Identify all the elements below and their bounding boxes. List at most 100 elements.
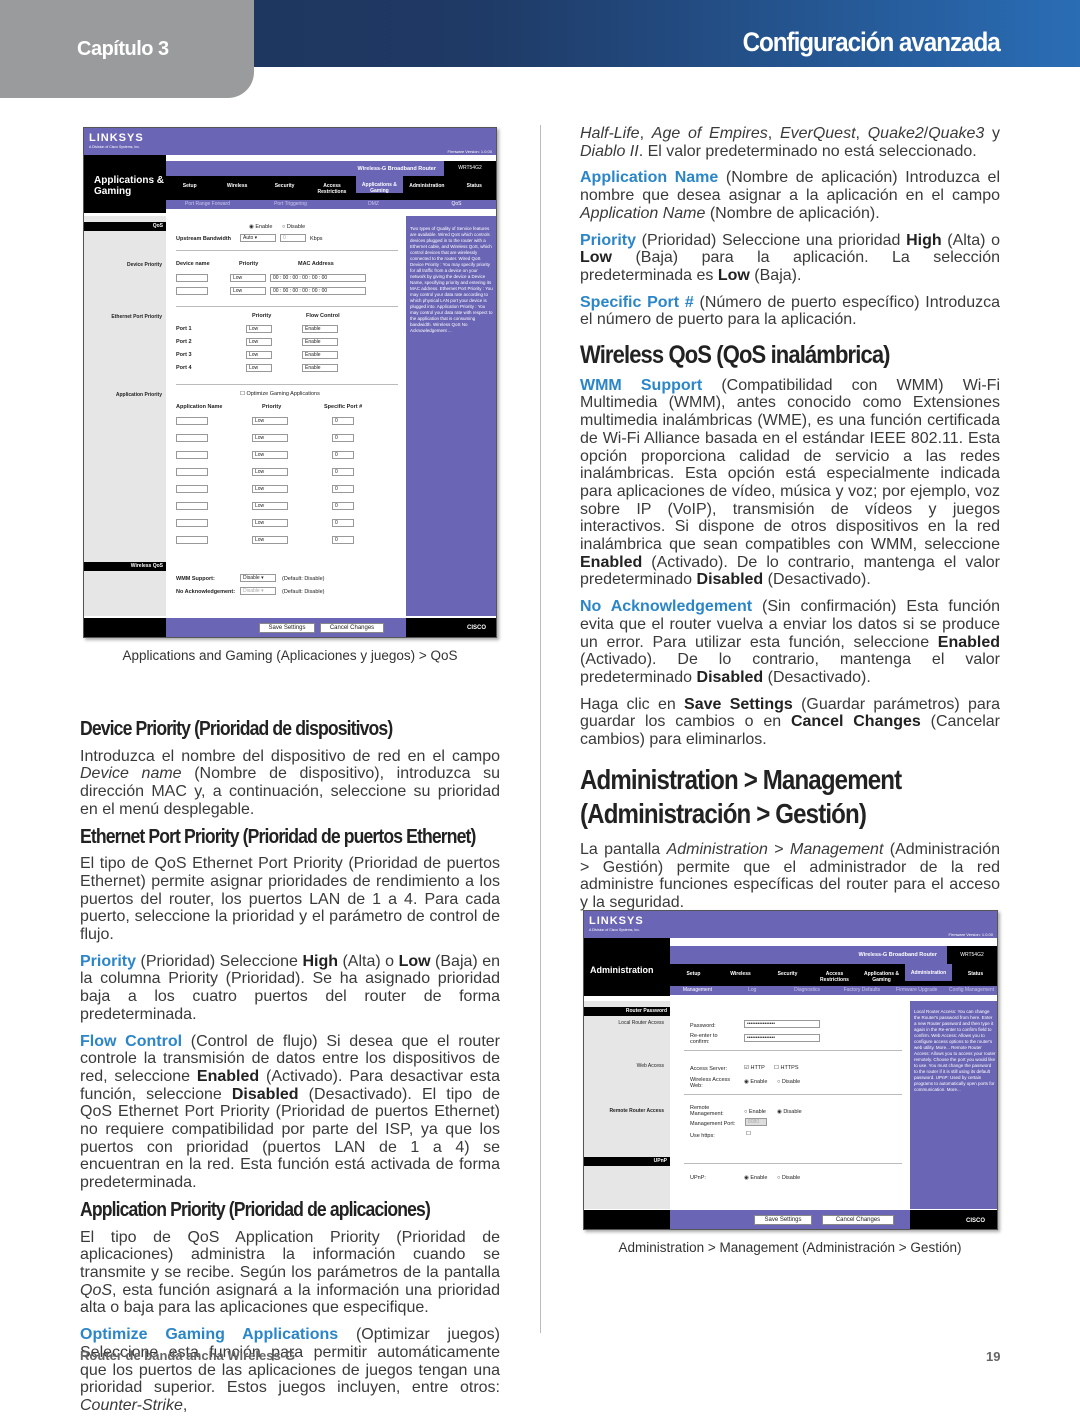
http-checkbox[interactable]: ☑ HTTP: [744, 1065, 765, 1071]
qos-disable-radio[interactable]: ○ Disable: [282, 224, 305, 230]
sub-tab[interactable]: Diagnostics: [780, 987, 835, 993]
application-name-input[interactable]: [176, 451, 208, 459]
device-name-input[interactable]: [176, 287, 208, 295]
col-specific-port: Specific Port #: [324, 404, 363, 410]
specific-port-input[interactable]: 0: [332, 451, 354, 459]
port-priority-select[interactable]: Low: [246, 338, 272, 346]
specific-port-input[interactable]: 0: [332, 519, 354, 527]
remote-disable-radio[interactable]: ◉ Disable: [777, 1109, 802, 1115]
application-priority-select[interactable]: Low: [252, 519, 288, 527]
wireless-web-enable-radio[interactable]: ◉ Enable: [744, 1079, 767, 1085]
https-checkbox[interactable]: ☐ HTTPS: [774, 1065, 799, 1071]
sub-tab[interactable]: Factory Defaults: [835, 987, 890, 993]
application-name-input[interactable]: [176, 434, 208, 442]
col-application-name: Application Name: [176, 404, 223, 410]
wireless-web-disable-radio[interactable]: ○ Disable: [777, 1079, 800, 1085]
sub-tab[interactable]: Port Range Forward: [166, 201, 249, 207]
wmm-select[interactable]: Disable ▾: [240, 574, 276, 582]
specific-port-input[interactable]: 0: [332, 434, 354, 442]
section-heading: Wireless QoS (QoS inalámbrica): [580, 343, 950, 368]
flow-control-select[interactable]: Enable: [302, 364, 338, 372]
application-priority-select[interactable]: Low: [252, 485, 288, 493]
nav-tab[interactable]: Applications & Gaming: [858, 971, 905, 983]
sub-tab[interactable]: Port Triggering: [249, 201, 332, 207]
sub-tab[interactable]: Log: [725, 987, 780, 993]
upstream-select[interactable]: Auto ▾: [240, 234, 276, 242]
priority-value: Low: [249, 352, 259, 358]
device-name-input[interactable]: [176, 274, 208, 282]
linksys-logo: LINKSYS: [89, 132, 144, 144]
optimize-gaming-checkbox[interactable]: ☐ Optimize Gaming Applications: [240, 391, 320, 397]
port-priority-select[interactable]: Low: [246, 351, 272, 359]
device-priority-select[interactable]: Low: [230, 274, 266, 282]
noack-select[interactable]: Disable ▾: [240, 587, 276, 595]
nav-tab[interactable]: Status: [451, 183, 496, 189]
use-https-checkbox[interactable]: ☐: [746, 1131, 751, 1137]
remote-management-label: Remote Management:: [690, 1105, 724, 1117]
specific-port-input[interactable]: 0: [332, 468, 354, 476]
password-input[interactable]: ••••••••••••••••: [744, 1020, 820, 1028]
mac-address-input[interactable]: 00 : 00 : 00 : 00 : 00 : 00: [270, 274, 366, 282]
cancel-changes-button[interactable]: Cancel Changes: [822, 1215, 894, 1225]
cancel-changes-button[interactable]: Cancel Changes: [320, 623, 384, 633]
application-name-input[interactable]: [176, 468, 208, 476]
application-priority-select[interactable]: Low: [252, 502, 288, 510]
nav-tab[interactable]: Setup: [670, 971, 717, 977]
application-priority-select[interactable]: Low: [252, 417, 288, 425]
enable-label: Enable: [748, 1109, 766, 1115]
application-name-input[interactable]: [176, 417, 208, 425]
application-name-input[interactable]: [176, 485, 208, 493]
sub-tab[interactable]: DMZ: [332, 201, 415, 207]
flow-control-select[interactable]: Enable: [302, 351, 338, 359]
nav-tab[interactable]: Administration: [905, 964, 952, 981]
reenter-password-input[interactable]: ••••••••••••••••: [744, 1034, 820, 1042]
nav-tab[interactable]: Security: [261, 183, 308, 189]
application-name-input[interactable]: [176, 536, 208, 544]
nav-tab[interactable]: Administration: [403, 183, 450, 189]
qos-enable-radio[interactable]: ◉ Enable: [249, 224, 272, 230]
sub-tab[interactable]: QoS: [415, 201, 496, 207]
save-settings-button[interactable]: Save Settings: [259, 623, 315, 633]
nav-tab[interactable]: Status: [952, 971, 997, 977]
sub-tab[interactable]: Management: [670, 987, 725, 993]
sub-tab[interactable]: Config Management: [944, 987, 997, 993]
application-priority-select[interactable]: Low: [252, 468, 288, 476]
application-name-input[interactable]: [176, 502, 208, 510]
nav-tab[interactable]: Setup: [166, 183, 213, 189]
text-run: ,: [639, 125, 652, 142]
nav-tab[interactable]: Applications & Gaming: [355, 176, 404, 194]
port-priority-select[interactable]: Low: [246, 364, 272, 372]
column-divider: [540, 125, 541, 1333]
specific-port-input[interactable]: 0: [332, 536, 354, 544]
flow-control-select[interactable]: Enable: [302, 325, 338, 333]
port-priority-select[interactable]: Low: [246, 325, 272, 333]
upnp-disable-radio[interactable]: ○ Disable: [777, 1175, 800, 1181]
upstream-input[interactable]: 0: [280, 234, 306, 242]
save-settings-button[interactable]: Save Settings: [754, 1215, 812, 1225]
upnp-enable-radio[interactable]: ◉ Enable: [744, 1175, 767, 1181]
nav-tab[interactable]: Wireless: [717, 971, 764, 977]
application-priority-select[interactable]: Low: [252, 536, 288, 544]
specific-port-input[interactable]: 0: [332, 417, 354, 425]
text-run: Enabled: [937, 633, 1000, 651]
mac-address-input[interactable]: 00 : 00 : 00 : 00 : 00 : 00: [270, 287, 366, 295]
flow-control-select[interactable]: Enable: [302, 338, 338, 346]
product-name: Wireless-G Broadband Router: [357, 166, 437, 172]
col-app-priority: Priority: [262, 404, 282, 410]
nav-tab[interactable]: Access Restrictions: [811, 971, 858, 983]
help-panel: Two types of Quality of Service features…: [406, 216, 496, 616]
management-port-input[interactable]: 8080: [745, 1118, 767, 1126]
device-priority-select[interactable]: Low: [230, 287, 266, 295]
text-run: Disabled: [696, 668, 764, 686]
nav-tab[interactable]: Wireless: [213, 183, 260, 189]
nav-tab[interactable]: Security: [764, 971, 811, 977]
text-run: Counter-Strike: [80, 1396, 183, 1414]
application-priority-select[interactable]: Low: [252, 434, 288, 442]
specific-port-input[interactable]: 0: [332, 485, 354, 493]
application-priority-select[interactable]: Low: [252, 451, 288, 459]
specific-port-input[interactable]: 0: [332, 502, 354, 510]
sub-tab[interactable]: Firmware Upgrade: [889, 987, 944, 993]
application-name-input[interactable]: [176, 519, 208, 527]
nav-tab[interactable]: Access Restrictions: [308, 183, 355, 195]
remote-enable-radio[interactable]: ○ Enable: [744, 1109, 766, 1115]
